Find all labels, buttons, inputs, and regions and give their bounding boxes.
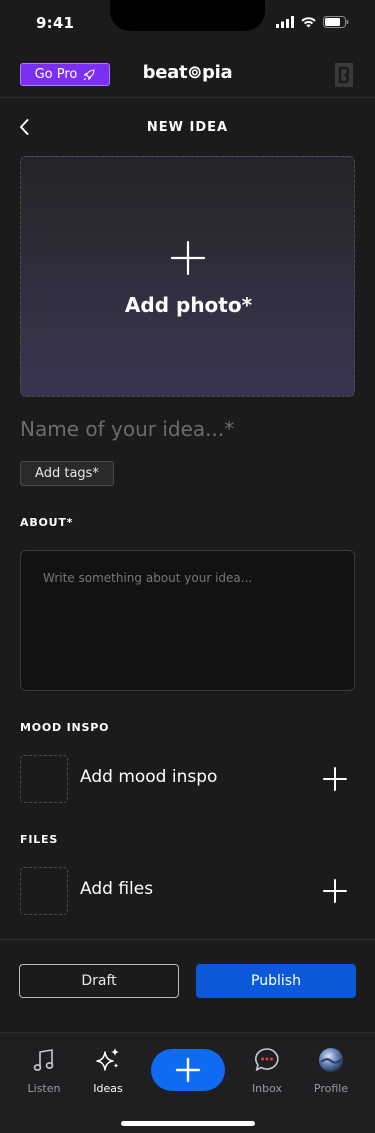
- plus-icon[interactable]: [323, 767, 347, 791]
- plus-icon: [171, 241, 205, 275]
- add-photo-area[interactable]: Add photo*: [20, 156, 355, 397]
- tab-label: Ideas: [93, 1082, 123, 1095]
- files-placeholder: [20, 867, 68, 915]
- tab-label: Inbox: [251, 1082, 283, 1095]
- wifi-icon: [301, 17, 316, 28]
- chat-bubble-icon: [255, 1048, 279, 1071]
- sparkles-icon: [96, 1048, 119, 1071]
- notch: [110, 0, 265, 31]
- status-icons: [276, 16, 349, 28]
- plus-icon: [175, 1057, 201, 1083]
- mood-inspo-label: MOOD INSPO: [20, 721, 110, 734]
- title-bar: NEW IDEA: [0, 110, 375, 144]
- app-logo: beat⊚pia: [142, 62, 233, 83]
- add-mood-inspo-row[interactable]: Add mood inspo: [20, 755, 355, 805]
- add-files-row[interactable]: Add files: [20, 867, 355, 917]
- battery-icon: [323, 16, 349, 28]
- tab-listen[interactable]: Listen: [14, 1047, 74, 1095]
- beatopia-mark-icon[interactable]: [333, 62, 355, 92]
- publish-button[interactable]: Publish: [196, 964, 356, 998]
- create-button[interactable]: [151, 1049, 225, 1091]
- add-mood-inspo-label: Add mood inspo: [80, 767, 218, 787]
- about-label: ABOUT*: [20, 516, 74, 529]
- music-note-icon: [33, 1049, 54, 1071]
- tab-bar: Listen Ideas Inbox Profile: [0, 1032, 375, 1133]
- files-label: FILES: [20, 833, 59, 846]
- page-title: NEW IDEA: [146, 120, 229, 135]
- tab-inbox[interactable]: Inbox: [237, 1047, 297, 1095]
- signal-icon: [276, 16, 294, 28]
- tab-ideas[interactable]: Ideas: [78, 1047, 138, 1095]
- idea-name-input[interactable]: [20, 414, 355, 444]
- tab-label: Profile: [313, 1082, 349, 1095]
- add-files-label: Add files: [80, 879, 154, 899]
- status-bar: 9:41: [0, 0, 375, 46]
- app-header: Go Pro beat⊚pia: [0, 50, 375, 98]
- mood-inspo-placeholder: [20, 755, 68, 803]
- add-photo-label: Add photo*: [124, 293, 253, 317]
- avatar: [319, 1048, 343, 1072]
- home-indicator: [121, 1121, 255, 1126]
- divider: [0, 939, 375, 940]
- draft-button[interactable]: Draft: [19, 964, 179, 998]
- plus-icon[interactable]: [323, 879, 347, 903]
- tab-label: Listen: [27, 1082, 61, 1095]
- tab-profile[interactable]: Profile: [301, 1047, 361, 1095]
- add-tags-button[interactable]: Add tags*: [20, 461, 114, 486]
- status-time: 9:41: [36, 14, 75, 32]
- about-textarea[interactable]: [20, 550, 355, 691]
